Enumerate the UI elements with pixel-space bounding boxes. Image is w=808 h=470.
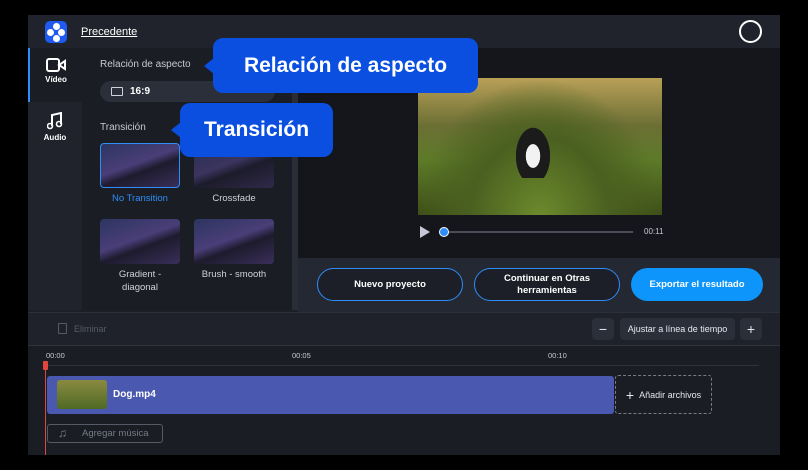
sidebar: Vídeo Audio bbox=[28, 48, 82, 310]
zoom-out-button[interactable]: − bbox=[592, 318, 614, 340]
delete-button[interactable]: Eliminar bbox=[46, 318, 116, 340]
transition-label-crossfade: Crossfade bbox=[212, 193, 256, 204]
dog-image bbox=[513, 123, 553, 178]
timeline-toolbar: Eliminar − Ajustar a línea de tiempo + bbox=[28, 312, 780, 345]
play-icon[interactable] bbox=[420, 226, 430, 238]
aspect-ratio-value: 16:9 bbox=[130, 86, 151, 97]
add-files-button[interactable]: + Añadir archivos bbox=[615, 375, 712, 414]
timeline: 00:00 00:05 00:10 Dog.mp4 + Añadir archiv… bbox=[28, 345, 780, 455]
sidebar-item-label: Vídeo bbox=[45, 75, 67, 84]
new-project-button[interactable]: Nuevo proyecto bbox=[317, 268, 463, 301]
time-tick: 00:10 bbox=[548, 351, 567, 360]
continue-other-tools-button[interactable]: Continuar en Otras herramientas bbox=[474, 268, 620, 301]
fit-timeline-button[interactable]: Ajustar a línea de tiempo bbox=[620, 318, 735, 340]
music-add-icon: ♫ bbox=[58, 426, 67, 440]
clip-name: Dog.mp4 bbox=[113, 389, 156, 400]
zoom-in-button[interactable]: + bbox=[740, 318, 762, 340]
app-logo[interactable] bbox=[45, 21, 67, 43]
video-clip[interactable]: Dog.mp4 bbox=[47, 376, 614, 414]
callout-transition: Transición bbox=[171, 103, 333, 157]
user-account-icon[interactable] bbox=[739, 20, 762, 43]
sidebar-item-audio[interactable]: Audio bbox=[28, 102, 82, 156]
add-music-label: Agregar música bbox=[82, 428, 149, 439]
time-ruler[interactable] bbox=[46, 365, 759, 366]
aspect-ratio-icon bbox=[111, 87, 123, 96]
transition-thumb-brush[interactable] bbox=[194, 219, 274, 264]
transition-label-gradient: Gradient - diagonal bbox=[118, 269, 162, 293]
duration: 00:11 bbox=[644, 227, 664, 236]
trash-icon bbox=[58, 323, 67, 334]
transition-label: Transición bbox=[100, 122, 146, 133]
action-bar: Nuevo proyecto Continuar en Otras herram… bbox=[298, 258, 780, 312]
video-camera-icon bbox=[46, 58, 66, 72]
transition-label-none: No Transition bbox=[112, 193, 168, 204]
music-note-icon bbox=[47, 112, 63, 130]
aspect-ratio-label: Relación de aspecto bbox=[100, 59, 191, 70]
transition-thumb-none[interactable] bbox=[100, 143, 180, 188]
back-link[interactable]: Precedente bbox=[81, 26, 137, 38]
add-files-label: Añadir archivos bbox=[639, 389, 702, 400]
delete-label: Eliminar bbox=[74, 324, 107, 334]
time-tick: 00:05 bbox=[292, 351, 311, 360]
seek-handle[interactable] bbox=[439, 227, 449, 237]
seek-bar[interactable] bbox=[443, 231, 633, 233]
sidebar-item-video[interactable]: Vídeo bbox=[28, 48, 82, 102]
clip-thumbnail bbox=[57, 380, 107, 409]
video-frame[interactable] bbox=[418, 78, 662, 215]
time-tick: 00:00 bbox=[46, 351, 65, 360]
plus-icon: + bbox=[625, 386, 635, 403]
sidebar-item-label: Audio bbox=[43, 133, 67, 142]
transition-thumb-gradient[interactable] bbox=[100, 219, 180, 264]
export-button[interactable]: Exportar el resultado bbox=[631, 268, 763, 301]
playhead[interactable] bbox=[43, 361, 48, 455]
add-music-button[interactable]: ♫ Agregar música bbox=[47, 424, 163, 443]
callout-aspect-ratio: Relación de aspecto bbox=[204, 38, 478, 93]
transition-label-brush: Brush - smooth bbox=[201, 269, 267, 280]
